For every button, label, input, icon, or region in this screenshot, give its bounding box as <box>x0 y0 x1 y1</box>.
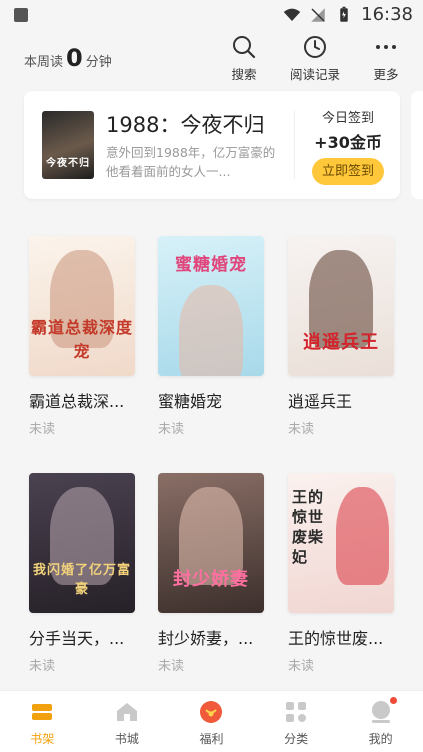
search-icon <box>233 36 256 59</box>
book-cover[interactable]: 逍遥兵王 <box>288 236 394 376</box>
wifi-icon <box>283 8 301 21</box>
book-title: 霸道总裁深... <box>29 392 125 411</box>
book-status: 未读 <box>288 659 315 674</box>
book-cover[interactable]: 我闪婚了亿万富豪 <box>29 473 135 613</box>
featured-cover-text: 今夜不归 <box>46 158 90 169</box>
red-envelope-icon <box>200 701 223 723</box>
next-card-peek[interactable] <box>411 91 423 199</box>
tab-label: 分类 <box>284 732 309 746</box>
book-status: 未读 <box>29 422 56 437</box>
book-cover[interactable]: 王的惊世废柴妃 <box>288 473 394 613</box>
profile-icon <box>371 701 390 723</box>
divider <box>294 111 295 179</box>
signin-title: 今日签到 <box>321 111 374 126</box>
clock-icon <box>304 36 326 58</box>
book-item[interactable]: 我闪婚了亿万富豪 分手当天，... 未读 <box>29 473 135 674</box>
tab-profile[interactable]: 我的 <box>338 691 423 752</box>
book-title: 分手当天，... <box>29 629 125 648</box>
signin-reward: +30金币 <box>314 133 382 152</box>
featured-book-title[interactable]: 1988：今夜不归 <box>106 109 264 139</box>
weekly-suffix: 分钟 <box>85 55 112 70</box>
signin-button[interactable]: 立即签到 <box>312 158 384 185</box>
tab-category[interactable]: 分类 <box>254 691 339 752</box>
book-status: 未读 <box>158 659 185 674</box>
book-title: 蜜糖婚宠 <box>158 392 223 411</box>
tab-welfare[interactable]: 福利 <box>169 691 254 752</box>
clock-time: 16:38 <box>361 4 413 25</box>
featured-book-cover[interactable]: 今夜不归 <box>42 111 94 179</box>
cover-figure <box>179 285 243 376</box>
book-status: 未读 <box>29 659 56 674</box>
reading-history-button[interactable]: 阅读记录 <box>285 34 345 83</box>
book-status: 未读 <box>158 422 185 437</box>
cover-title-art: 霸道总裁深度宠 <box>30 318 133 361</box>
tab-bookshelf[interactable]: 书架 <box>0 691 85 752</box>
search-button[interactable]: 搜索 <box>219 34 269 83</box>
weekly-minutes: 0 <box>66 44 83 72</box>
featured-book-description: 意外回到1988年，亿万富豪的他看着面前的女人一... <box>106 145 276 179</box>
more-label: 更多 <box>373 67 399 82</box>
book-item[interactable]: 霸道总裁深度宠 霸道总裁深... 未读 <box>29 236 135 437</box>
store-icon <box>116 703 137 721</box>
book-item[interactable]: 逍遥兵王 逍遥兵王 未读 <box>288 236 394 437</box>
cover-title-art: 封少娇妻 <box>173 569 249 590</box>
more-icon <box>376 45 396 49</box>
book-title: 封少娇妻，... <box>158 629 254 648</box>
bottom-tab-bar: 书架 书城 福利 分类 我的 <box>0 690 423 752</box>
top-bar: 本周读 0 分钟 搜索 阅读记录 更多 <box>0 30 423 86</box>
cover-title-art: 王的惊世废柴妃 <box>292 488 325 566</box>
tab-label: 书架 <box>30 732 55 746</box>
notification-badge <box>390 697 398 704</box>
cover-title-art: 我闪婚了亿万富豪 <box>32 563 131 597</box>
cover-title-art: 逍遥兵王 <box>303 332 379 353</box>
book-title: 逍遥兵王 <box>288 392 353 411</box>
book-cover[interactable]: 蜜糖婚宠 <box>158 236 264 376</box>
book-cover[interactable]: 霸道总裁深度宠 <box>29 236 135 376</box>
book-title: 王的惊世废... <box>288 629 384 648</box>
book-item[interactable]: 王的惊世废柴妃 王的惊世废... 未读 <box>288 473 394 674</box>
featured-book-card[interactable]: 今夜不归 1988：今夜不归 意外回到1988年，亿万富豪的他看着面前的女人一.… <box>24 91 400 199</box>
notification-icon <box>14 8 28 22</box>
search-label: 搜索 <box>231 67 257 82</box>
tab-label: 书城 <box>114 732 139 746</box>
status-bar: 16:38 <box>0 0 423 30</box>
book-item[interactable]: 蜜糖婚宠 蜜糖婚宠 未读 <box>158 236 264 437</box>
battery-icon <box>340 6 348 22</box>
cover-title-art: 蜜糖婚宠 <box>175 255 247 275</box>
weekly-prefix: 本周读 <box>24 55 64 70</box>
more-button[interactable]: 更多 <box>361 34 411 83</box>
tab-bookstore[interactable]: 书城 <box>85 691 170 752</box>
weekly-reading-time: 本周读 0 分钟 <box>24 46 112 70</box>
book-cover[interactable]: 封少娇妻 <box>158 473 264 613</box>
tab-label: 福利 <box>199 732 224 746</box>
bookshelf-icon <box>32 704 53 720</box>
book-status: 未读 <box>288 422 315 437</box>
signal-off-icon <box>311 7 325 22</box>
grid-icon <box>286 702 307 722</box>
reading-history-label: 阅读记录 <box>289 67 340 82</box>
cover-figure <box>335 487 389 585</box>
tab-label: 我的 <box>368 732 393 746</box>
book-item[interactable]: 封少娇妻 封少娇妻，... 未读 <box>158 473 264 674</box>
